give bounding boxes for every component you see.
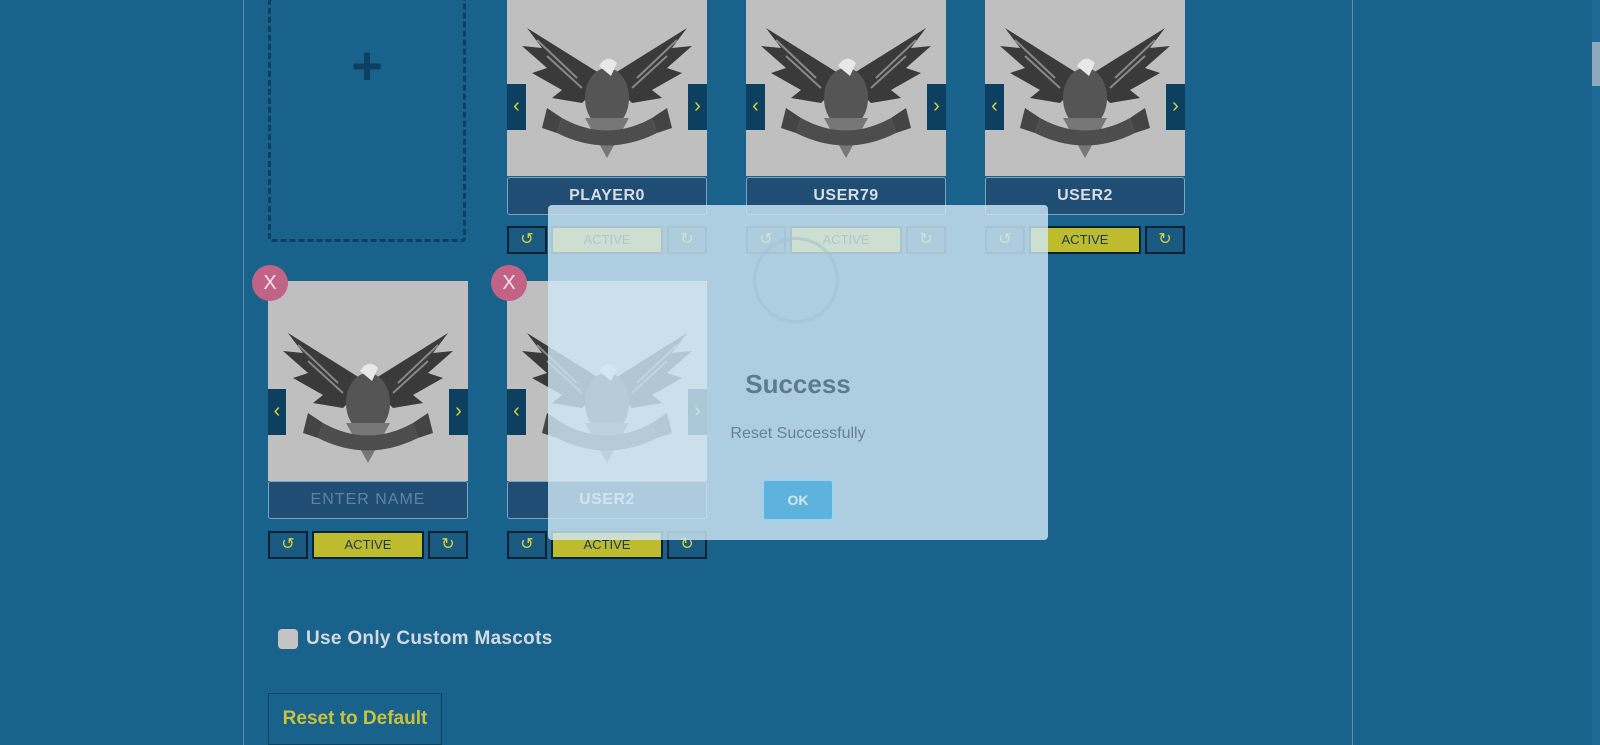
prev-arrow-icon[interactable]: ‹	[746, 84, 765, 130]
prev-arrow-icon[interactable]: ‹	[985, 84, 1004, 130]
next-arrow-icon[interactable]: ›	[688, 389, 707, 435]
active-button[interactable]: ACTIVE	[1029, 226, 1141, 254]
mascot-image	[746, 0, 946, 176]
redo-icon[interactable]: ↻	[906, 226, 946, 254]
reset-icon[interactable]: ↺	[268, 531, 308, 559]
active-button[interactable]: ACTIVE	[551, 531, 663, 559]
panel-border-right	[1352, 0, 1353, 745]
mascot-name-field[interactable]: USER2	[507, 481, 707, 519]
reset-icon[interactable]: ↺	[746, 226, 786, 254]
reset-icon[interactable]: ↺	[507, 531, 547, 559]
mascot-name-field[interactable]: USER2	[985, 177, 1185, 215]
delete-mascot-button[interactable]: X	[252, 265, 288, 301]
active-button[interactable]: ACTIVE	[790, 226, 902, 254]
scrollbar-thumb[interactable]	[1592, 42, 1600, 86]
panel-border-left	[243, 0, 244, 745]
mascot-image	[507, 0, 707, 176]
mascot-name-field[interactable]: PLAYER0	[507, 177, 707, 215]
reset-icon[interactable]: ↺	[507, 226, 547, 254]
custom-mascots-checkbox[interactable]	[278, 629, 298, 649]
mascot-name-input[interactable]: ENTER NAME	[268, 481, 468, 519]
mascot-image	[507, 281, 707, 481]
redo-icon[interactable]: ↻	[428, 531, 468, 559]
next-arrow-icon[interactable]: ›	[688, 84, 707, 130]
add-mascot-card[interactable]: +	[268, 0, 466, 242]
custom-mascots-option[interactable]: Use Only Custom Mascots	[278, 628, 553, 650]
active-button[interactable]: ACTIVE	[312, 531, 424, 559]
mascot-image	[268, 281, 468, 481]
next-arrow-icon[interactable]: ›	[927, 84, 946, 130]
reset-to-default-button[interactable]: Reset to Default	[268, 693, 442, 745]
custom-mascots-label: Use Only Custom Mascots	[306, 628, 553, 649]
prev-arrow-icon[interactable]: ‹	[268, 389, 286, 435]
next-arrow-icon[interactable]: ›	[1166, 84, 1185, 130]
reset-icon[interactable]: ↺	[985, 226, 1025, 254]
prev-arrow-icon[interactable]: ‹	[507, 84, 526, 130]
redo-icon[interactable]: ↻	[667, 226, 707, 254]
mascot-name-field[interactable]: USER79	[746, 177, 946, 215]
scrollbar[interactable]	[1592, 0, 1600, 745]
active-button[interactable]: ACTIVE	[551, 226, 663, 254]
redo-icon[interactable]: ↻	[667, 531, 707, 559]
ok-button[interactable]: OK	[762, 479, 834, 521]
mascot-image	[985, 0, 1185, 176]
next-arrow-icon[interactable]: ›	[449, 389, 468, 435]
delete-mascot-button[interactable]: X	[491, 265, 527, 301]
redo-icon[interactable]: ↻	[1145, 226, 1185, 254]
prev-arrow-icon[interactable]: ‹	[507, 389, 526, 435]
plus-icon: +	[351, 36, 383, 96]
